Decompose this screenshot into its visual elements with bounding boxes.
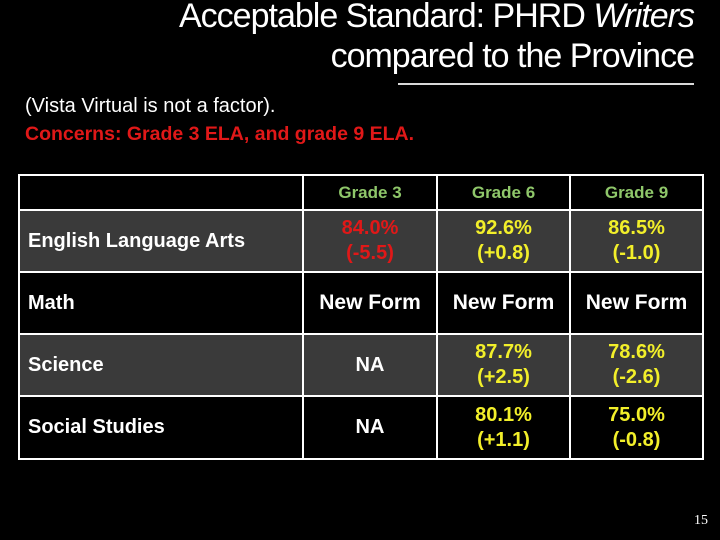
title-line-2: compared to the Province — [330, 37, 695, 75]
header-cell-empty — [18, 174, 304, 211]
ela-grade-6-cell: 92.6% (+0.8) — [436, 209, 571, 273]
change-value: (-1.0) — [612, 242, 661, 264]
math-grade-3-cell: New Form — [302, 271, 438, 335]
social-grade-3-cell: NA — [302, 395, 438, 460]
table-header-row: Grade 3 Grade 6 Grade 9 — [18, 174, 704, 211]
subject-label: English Language Arts — [18, 209, 304, 273]
social-grade-9-cell: 75.0% (-0.8) — [569, 395, 704, 460]
percent-value: 75.0% — [608, 403, 665, 426]
slide-title: Acceptable Standard: PHRD Writers compar… — [0, 0, 695, 76]
table-row-math: Math New Form New Form New Form — [18, 271, 704, 335]
subject-label: Science — [18, 333, 304, 397]
subject-label: Social Studies — [18, 395, 304, 460]
science-grade-9-cell: 78.6% (-2.6) — [569, 333, 704, 397]
title-italic-word: Writers — [593, 0, 695, 35]
title-underline — [398, 83, 694, 85]
table-row-science: Science NA 87.7% (+2.5) 78.6% (-2.6) — [18, 333, 704, 397]
header-grade-9: Grade 9 — [569, 174, 704, 211]
change-value: (-2.6) — [612, 366, 661, 388]
header-grade-6: Grade 6 — [436, 174, 571, 211]
change-value: (-5.5) — [346, 242, 394, 264]
percent-value: 92.6% — [475, 217, 532, 239]
results-table: Grade 3 Grade 6 Grade 9 English Language… — [18, 174, 704, 460]
title-line-1: Acceptable Standard: PHRD Writers — [0, 0, 695, 36]
percent-value: 80.1% — [475, 403, 532, 426]
science-grade-3-cell: NA — [302, 333, 438, 397]
header-grade-3: Grade 3 — [302, 174, 438, 211]
math-grade-9-cell: New Form — [569, 271, 704, 335]
percent-value: 84.0% — [341, 217, 399, 239]
change-value: (+2.5) — [477, 366, 530, 388]
subtitle-concerns: Concerns: Grade 3 ELA, and grade 9 ELA. — [25, 123, 415, 145]
percent-value: 87.7% — [475, 341, 532, 363]
social-grade-6-cell: 80.1% (+1.1) — [436, 395, 571, 460]
math-grade-6-cell: New Form — [436, 271, 571, 335]
page-number: 15 — [694, 513, 708, 528]
title-prefix: Acceptable Standard: PHRD — [179, 0, 594, 35]
subtitle: (Vista Virtual is not a factor). Concern… — [25, 92, 414, 148]
table-row-ela: English Language Arts 84.0% (-5.5) 92.6%… — [18, 209, 704, 273]
subject-label: Math — [18, 271, 304, 335]
table-row-social-studies: Social Studies NA 80.1% (+1.1) 75.0% (-0… — [18, 395, 704, 460]
ela-grade-3-cell: 84.0% (-5.5) — [302, 209, 438, 273]
percent-value: 78.6% — [608, 341, 665, 363]
ela-grade-9-cell: 86.5% (-1.0) — [569, 209, 704, 273]
change-value: (-0.8) — [612, 428, 661, 451]
change-value: (+1.1) — [477, 428, 530, 451]
science-grade-6-cell: 87.7% (+2.5) — [436, 333, 571, 397]
percent-value: 86.5% — [608, 217, 665, 239]
subtitle-note: (Vista Virtual is not a factor). — [25, 95, 276, 117]
change-value: (+0.8) — [477, 242, 530, 264]
